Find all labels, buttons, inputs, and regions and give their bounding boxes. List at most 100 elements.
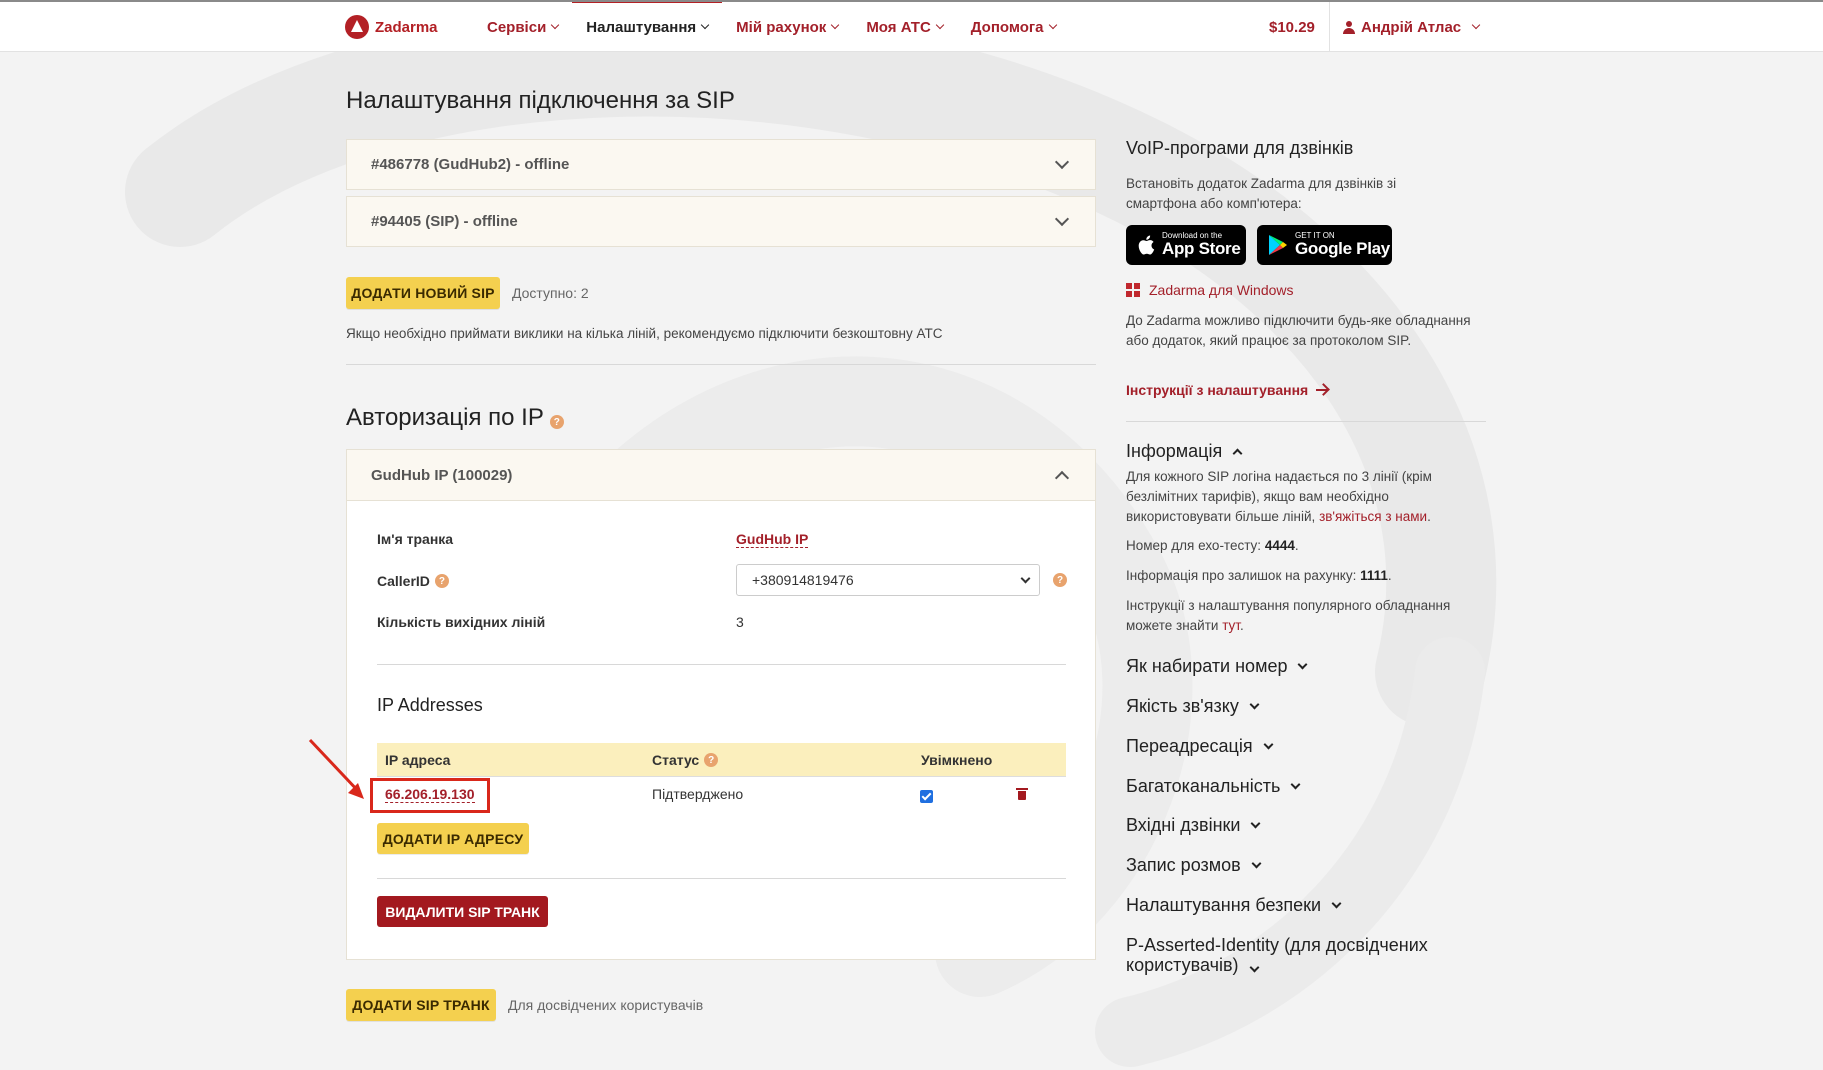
trunk-name-link[interactable]: GudHub IP [736, 531, 809, 548]
echo-test-text: Номер для ехо-тесту: 4444. [1126, 536, 1486, 556]
balance-link[interactable]: $10.29 [1269, 2, 1330, 52]
chevron-down-icon [1249, 962, 1259, 973]
setup-instructions-text: Інструкції з налаштування [1126, 382, 1309, 398]
windows-icon [1126, 283, 1140, 297]
sip-trunk-header[interactable]: GudHub IP (100029) [347, 450, 1095, 501]
chevron-up-icon [1054, 470, 1070, 486]
column-header-enabled: Увімкнено [921, 752, 993, 768]
popular-equipment-end: . [1239, 618, 1244, 633]
faq-multichannel[interactable]: Багатоканальність [1126, 776, 1301, 797]
faq-label: Запис розмов [1126, 855, 1241, 875]
annotation-highlight-box [370, 778, 490, 813]
add-ip-address-button[interactable]: ДОДАТИ IP АДРЕСУ [377, 823, 529, 854]
callerid-label: CallerID ? [377, 573, 449, 589]
chevron-down-icon [1290, 779, 1301, 789]
connect-any-device-text: До Zadarma можливо підключити будь-яке о… [1126, 313, 1471, 348]
multi-line-note: Якщо необхідно приймати виклики на кільк… [346, 326, 943, 341]
info-lines-text-b: . [1427, 509, 1431, 524]
faq-call-recording[interactable]: Запис розмов [1126, 855, 1262, 876]
nav-services-label: Сервіси [487, 18, 547, 36]
nav-my-pbx[interactable]: Моя АТС [852, 2, 956, 52]
chevron-down-icon [551, 20, 560, 30]
column-header-ip: IP адреса [385, 752, 451, 768]
faq-how-to-dial[interactable]: Як набирати номер [1126, 656, 1308, 677]
add-new-sip-button[interactable]: ДОДАТИ НОВИЙ SIP [346, 277, 500, 309]
help-icon[interactable]: ? [704, 753, 719, 767]
voip-apps-title: VoIP-програми для дзвінків [1126, 138, 1354, 158]
balance-info-text: Інформація про залишок на рахунку: 1111. [1126, 566, 1486, 586]
setup-instructions-link[interactable]: Інструкції з налаштування [1126, 382, 1329, 398]
trash-icon[interactable] [1016, 788, 1028, 800]
windows-app-link[interactable]: Zadarma для Windows [1126, 282, 1294, 298]
chevron-down-icon [1249, 699, 1260, 709]
ip-auth-title: Авторизація по IP ? [346, 404, 564, 432]
google-play-big-text: Google Play [1295, 239, 1390, 258]
ip-addresses-title: IP Addresses [377, 695, 483, 715]
sip-account-label: #486778 (GudHub2) - offline [371, 156, 570, 173]
user-name: Андрій Атлас [1361, 18, 1462, 36]
sip-account-panel[interactable]: #486778 (GudHub2) - offline [346, 139, 1096, 190]
faq-label: Вхідні дзвінки [1126, 815, 1241, 835]
echo-test-end: . [1294, 538, 1299, 553]
user-menu[interactable]: Андрій Атлас [1343, 2, 1481, 52]
callerid-selected-value: +380914819476 [752, 572, 854, 588]
balance-info-end: . [1387, 568, 1392, 583]
available-count: Доступно: 2 [512, 285, 589, 301]
here-link[interactable]: тут [1222, 618, 1240, 633]
faq-call-quality[interactable]: Якість зв'язку [1126, 696, 1260, 717]
divider [346, 364, 1096, 365]
balance-info-number: 1111 [1360, 568, 1388, 583]
annotation-arrow-icon [308, 738, 364, 799]
contact-us-link[interactable]: зв'яжіться з нами [1319, 509, 1427, 524]
faq-forwarding[interactable]: Переадресація [1126, 736, 1274, 757]
add-sip-trunk-button[interactable]: ДОДАТИ SIP ТРАНК [346, 989, 496, 1021]
ip-status: Підтверджено [652, 786, 744, 802]
nav-services[interactable]: Сервіси [473, 2, 572, 52]
trunk-name-label: Ім'я транка [377, 531, 454, 547]
chevron-down-icon [1251, 858, 1262, 868]
main-menu: Сервіси Налаштування Мій рахунок Моя АТС… [473, 0, 1070, 52]
column-header-status-text: Статус [652, 752, 700, 768]
chevron-down-icon [1054, 211, 1070, 227]
nav-settings[interactable]: Налаштування [572, 0, 723, 52]
app-store-big-text: App Store [1162, 239, 1241, 258]
enabled-checkbox[interactable] [920, 790, 933, 803]
help-icon[interactable]: ? [434, 574, 449, 588]
help-icon[interactable]: ? [1053, 573, 1067, 587]
sip-account-panel[interactable]: #94405 (SIP) - offline [346, 196, 1096, 247]
divider [377, 664, 1066, 665]
callerid-select[interactable]: +380914819476 [736, 564, 1040, 596]
delete-sip-trunk-button[interactable]: ВИДАЛИТИ SIP ТРАНК [377, 896, 548, 927]
faq-p-asserted-identity[interactable]: P-Asserted-Identity (для досвідчених кор… [1126, 935, 1466, 975]
chevron-down-icon [1331, 898, 1342, 908]
google-play-text: GET IT ON Google Play [1295, 232, 1390, 258]
column-header-status: Статус ? [652, 752, 719, 768]
navbar-inner: Zadarma Сервіси Налаштування Мій рахунок… [345, 0, 1481, 52]
info-lines-text: Для кожного SIP логіна надається по 3 лі… [1126, 467, 1486, 527]
chevron-up-icon [1232, 448, 1243, 458]
app-store-button[interactable]: Download on the App Store [1126, 225, 1246, 265]
info-section-toggle[interactable]: Інформація [1126, 441, 1243, 462]
chevron-down-icon [831, 20, 840, 30]
faq-security-settings[interactable]: Налаштування безпеки [1126, 895, 1342, 916]
faq-label: P-Asserted-Identity (для досвідчених кор… [1126, 935, 1428, 975]
zadarma-logo[interactable]: Zadarma [345, 15, 438, 39]
apple-icon [1138, 235, 1155, 255]
logo-mark-icon [345, 15, 369, 39]
sip-trunk-card: GudHub IP (100029) Ім'я транка GudHub IP… [346, 449, 1096, 960]
outgoing-lines-value: 3 [736, 614, 744, 630]
faq-incoming-calls[interactable]: Вхідні дзвінки [1126, 815, 1261, 836]
nav-help[interactable]: Допомога [957, 2, 1070, 52]
chevron-down-icon [1298, 659, 1308, 669]
google-play-button[interactable]: GET IT ON Google Play [1257, 225, 1392, 265]
outgoing-lines-label: Кількість вихідних ліній [377, 614, 546, 630]
popular-equipment-label: Інструкції з налаштування популярного об… [1126, 598, 1451, 633]
nav-my-pbx-label: Моя АТС [866, 18, 931, 36]
help-icon[interactable]: ? [549, 415, 564, 429]
callerid-label-text: CallerID [377, 573, 430, 589]
chevron-down-icon [700, 20, 710, 30]
divider [377, 878, 1066, 879]
nav-my-account[interactable]: Мій рахунок [722, 2, 852, 52]
nav-settings-label: Налаштування [586, 18, 697, 36]
sip-trunk-title: GudHub IP (100029) [371, 466, 513, 484]
